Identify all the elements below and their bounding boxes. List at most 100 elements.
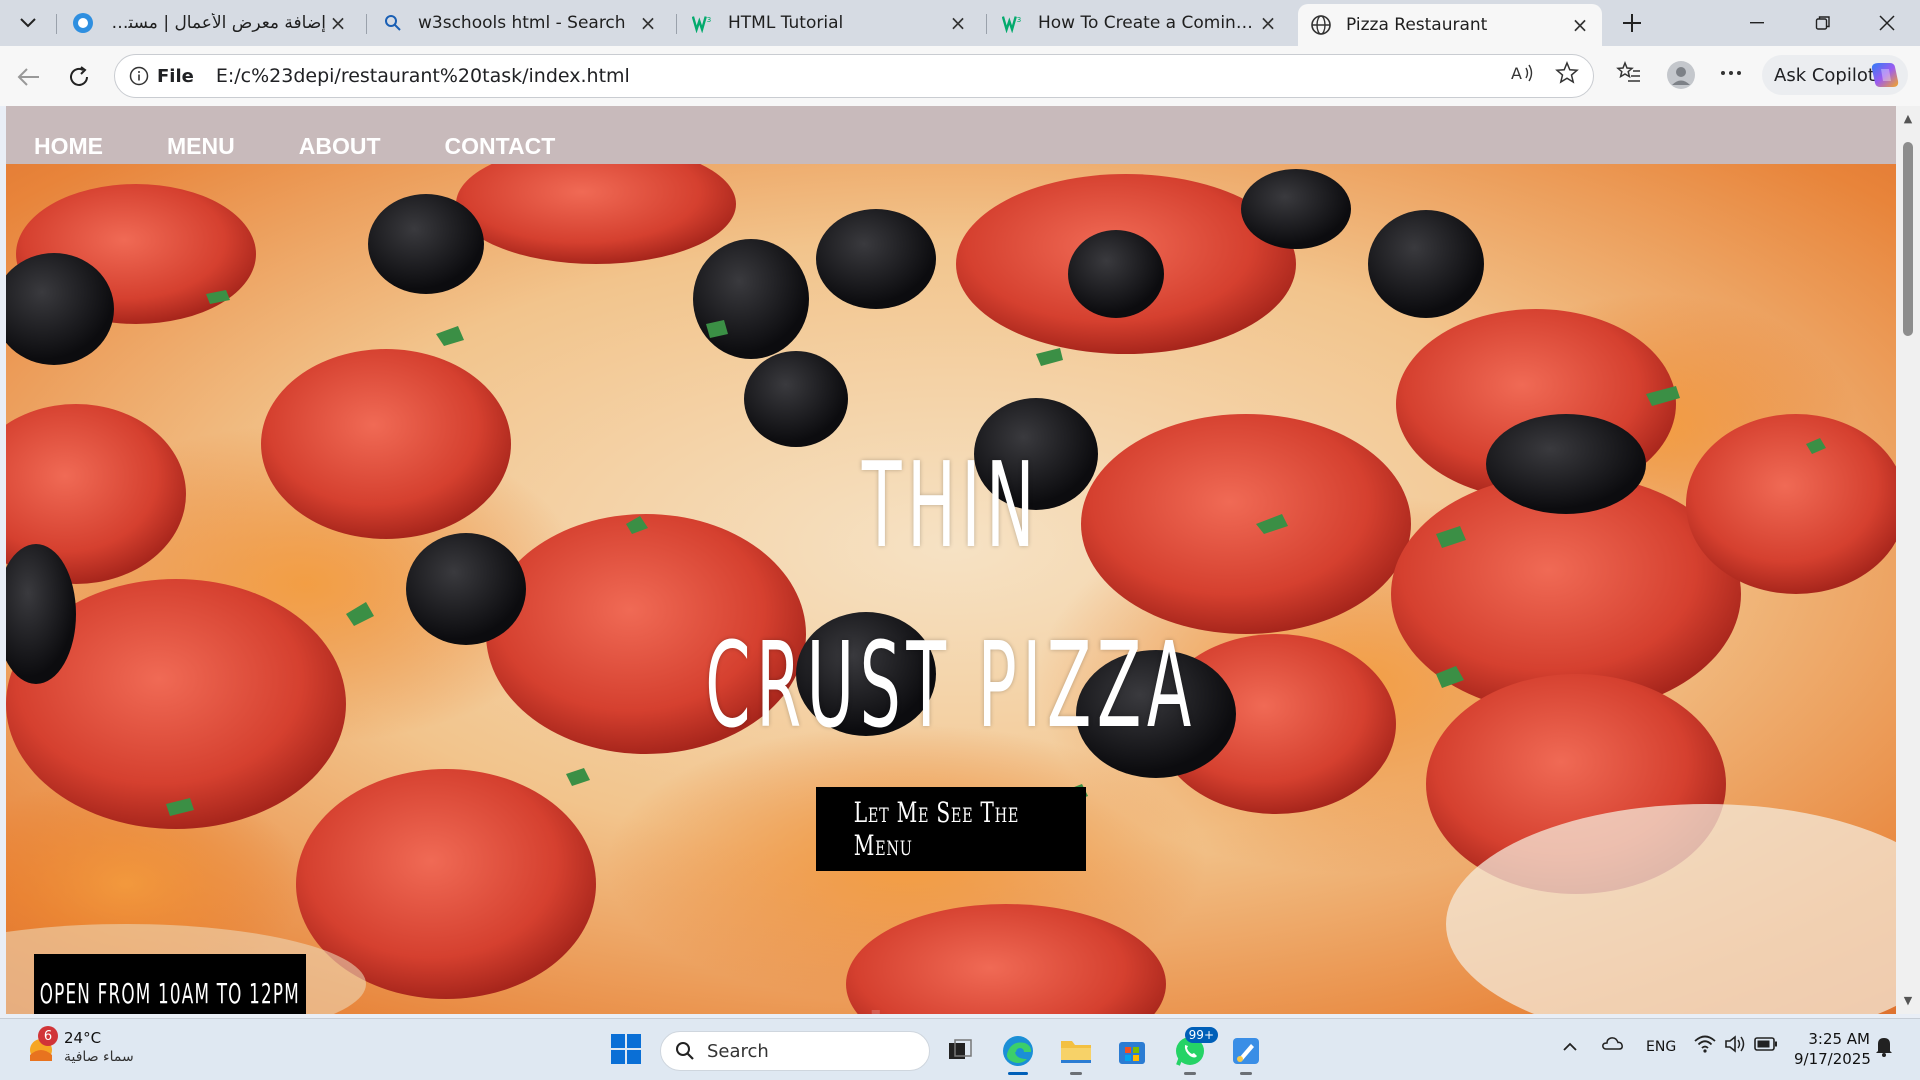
url-scheme: File (157, 65, 194, 87)
favorites-button[interactable] (1612, 56, 1646, 90)
speaker-icon (1725, 1035, 1745, 1053)
active-indicator (1008, 1072, 1028, 1075)
tab-title: إضافة معرض الأعمال | مستقل (108, 13, 326, 33)
input-language[interactable]: ENG (1646, 1039, 1676, 1055)
site-navigation: HOME MENU ABOUT CONTACT (6, 106, 1896, 164)
mostaql-icon (72, 12, 94, 34)
chevron-up-icon (1563, 1042, 1577, 1051)
restore-icon (1815, 16, 1830, 30)
tab-title: Pizza Restaurant (1346, 15, 1488, 35)
battery-button[interactable] (1754, 1036, 1778, 1055)
weather-temperature: 24°C (64, 1029, 102, 1047)
paint-icon (1233, 1038, 1259, 1064)
notifications-button[interactable] (1874, 1035, 1894, 1061)
taskbar-app-file-explorer[interactable] (1056, 1031, 1096, 1075)
weather-widget[interactable]: 6 24°C سماء صافية (22, 1026, 162, 1073)
tab-html-tutorial[interactable]: 3 HTML Tutorial × (680, 4, 980, 42)
running-indicator (1184, 1072, 1196, 1075)
close-icon[interactable]: × (946, 11, 970, 35)
back-button[interactable] (12, 60, 46, 94)
windows-icon (611, 1034, 641, 1064)
wifi-button[interactable] (1694, 1035, 1716, 1057)
start-button[interactable] (610, 1033, 644, 1067)
restore-button[interactable] (1800, 6, 1846, 40)
hero-title-line-1: THIN (861, 436, 1041, 574)
w3schools-icon: 3 (1002, 12, 1024, 34)
taskbar-app-paint[interactable] (1226, 1031, 1266, 1075)
store-icon (1119, 1042, 1145, 1064)
see-menu-button[interactable]: Let Me See The Menu (816, 787, 1086, 871)
favorite-button[interactable] (1550, 56, 1584, 90)
ask-copilot-button[interactable]: Ask Copilot (1762, 55, 1908, 95)
onedrive-button[interactable] (1600, 1035, 1624, 1055)
pizza-background-image (6, 164, 1896, 1014)
show-hidden-icons-button[interactable] (1562, 1037, 1578, 1056)
read-aloud-icon: A (1511, 64, 1533, 83)
more-icon (1721, 71, 1741, 75)
svg-text:3: 3 (1017, 15, 1022, 24)
browser-toolbar: File E:/c%23depi/restaurant%20task/index… (0, 46, 1920, 106)
close-icon[interactable]: × (636, 11, 660, 35)
tab-pizza-restaurant[interactable]: Pizza Restaurant × (1298, 4, 1602, 46)
hero-section: THIN CRUST PIZZA Let Me See The Menu OPE… (6, 164, 1896, 1014)
tab-w3schools-search[interactable]: w3schools html - Search × (370, 4, 670, 42)
tab-actions-button[interactable] (10, 8, 46, 38)
scroll-down-arrow-icon[interactable]: ▼ (1902, 994, 1914, 1007)
system-clock[interactable]: 3:25 AM 9/17/2025 (1794, 1029, 1871, 1069)
profile-button[interactable] (1664, 58, 1698, 92)
nav-link-home[interactable]: HOME (34, 133, 103, 160)
close-icon[interactable]: × (1568, 13, 1592, 37)
nav-link-about[interactable]: ABOUT (299, 133, 381, 160)
url-text[interactable]: E:/c%23depi/restaurant%20task/index.html (216, 65, 630, 87)
tab-title: HTML Tutorial (728, 13, 844, 33)
new-tab-button[interactable] (1616, 8, 1648, 38)
tab-separator (676, 14, 677, 34)
close-icon[interactable]: × (326, 11, 350, 35)
chevron-down-icon (20, 18, 36, 28)
refresh-button[interactable] (62, 60, 96, 94)
svg-text:A: A (1511, 64, 1522, 83)
cloud-icon (1602, 1037, 1623, 1050)
address-bar[interactable]: File E:/c%23depi/restaurant%20task/index… (114, 54, 1594, 98)
tab-separator (56, 14, 57, 34)
edge-icon (1003, 1036, 1033, 1066)
page-scrollbar[interactable]: ▲ ▼ (1896, 106, 1920, 1014)
nav-link-menu[interactable]: MENU (167, 133, 235, 160)
close-icon (1879, 15, 1895, 31)
weather-condition: سماء صافية (64, 1049, 134, 1065)
scroll-thumb[interactable] (1903, 142, 1913, 336)
clock-date: 9/17/2025 (1794, 1050, 1871, 1068)
read-aloud-button[interactable]: A (1506, 56, 1540, 90)
clock-time: 3:25 AM (1808, 1030, 1870, 1048)
page-viewport: HOME MENU ABOUT CONTACT THIN CRUST PIZZA… (6, 106, 1896, 1014)
copilot-icon (1871, 63, 1899, 87)
star-icon (1555, 61, 1579, 84)
tab-title: w3schools html - Search (418, 13, 626, 33)
taskbar-app-store[interactable] (1112, 1031, 1152, 1071)
nav-link-contact[interactable]: CONTACT (445, 133, 556, 160)
info-icon[interactable] (127, 64, 151, 88)
tab-mostaql[interactable]: إضافة معرض الأعمال | مستقل × (60, 4, 360, 42)
minimize-icon (1750, 22, 1764, 24)
taskbar-app-task-view[interactable] (940, 1031, 980, 1071)
opening-hours-banner: OPEN FROM 10AM TO 12PM (34, 954, 306, 1014)
taskbar-app-whatsapp[interactable]: 99+ (1170, 1027, 1218, 1075)
close-window-button[interactable] (1864, 6, 1910, 40)
avatar-icon (1667, 61, 1695, 89)
tab-coming-soon[interactable]: 3 How To Create a Coming Soon × (990, 4, 1290, 42)
settings-more-button[interactable] (1714, 56, 1748, 90)
volume-button[interactable] (1724, 1035, 1746, 1057)
minimize-button[interactable] (1734, 6, 1780, 40)
opening-hours-text: OPEN FROM 10AM TO 12PM (39, 977, 301, 1010)
refresh-icon (70, 66, 88, 86)
close-icon[interactable]: × (1256, 11, 1280, 35)
scroll-up-arrow-icon[interactable]: ▲ (1902, 112, 1914, 125)
search-icon (382, 12, 404, 34)
taskbar-app-edge[interactable] (998, 1031, 1038, 1075)
taskbar-search[interactable]: Search (660, 1031, 930, 1071)
whatsapp-badge: 99+ (1184, 1027, 1218, 1043)
tab-separator (986, 14, 987, 34)
bell-icon (1876, 1038, 1892, 1057)
running-indicator (1240, 1072, 1252, 1075)
search-icon (676, 1042, 694, 1060)
